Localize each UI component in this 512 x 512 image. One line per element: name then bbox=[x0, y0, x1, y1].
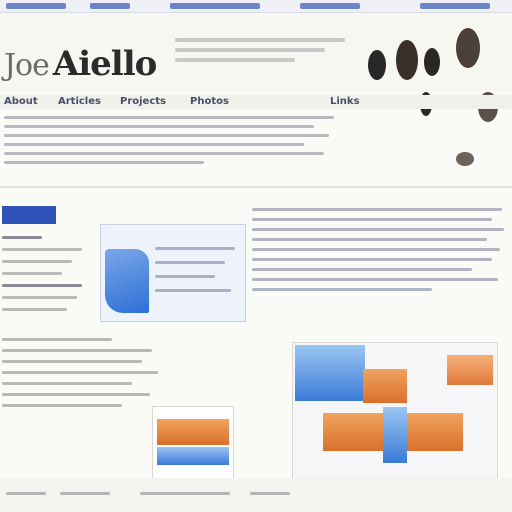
article-excerpt bbox=[252, 208, 508, 298]
footer bbox=[0, 478, 512, 512]
masthead-blurb bbox=[175, 38, 355, 68]
browser-top-strip bbox=[0, 0, 512, 13]
article-thumbnail[interactable] bbox=[100, 224, 246, 322]
nav-item-projects[interactable]: Projects bbox=[120, 96, 166, 107]
top-link[interactable] bbox=[300, 3, 360, 9]
left-sidebar bbox=[2, 236, 92, 320]
gallery-thumbnail[interactable] bbox=[152, 406, 234, 480]
nav-item-links[interactable]: Links bbox=[330, 96, 360, 107]
site-title-first: Joe bbox=[4, 48, 50, 83]
nav-item-photos[interactable]: Photos bbox=[190, 96, 229, 107]
main-nav: About Articles Projects Photos Links bbox=[0, 95, 512, 109]
top-link[interactable] bbox=[90, 3, 130, 9]
site-title[interactable]: Joe Aiello bbox=[4, 44, 157, 84]
top-link[interactable] bbox=[420, 3, 490, 9]
nav-item-about[interactable]: About bbox=[4, 96, 38, 107]
nav-item-articles[interactable]: Articles bbox=[58, 96, 101, 107]
featured-image[interactable] bbox=[292, 342, 498, 494]
site-title-second: Aiello bbox=[52, 44, 157, 84]
intro-paragraph bbox=[4, 116, 344, 170]
top-link[interactable] bbox=[170, 3, 260, 9]
section-tag[interactable] bbox=[2, 206, 56, 224]
section-divider bbox=[0, 186, 512, 188]
mid-section-text bbox=[2, 338, 162, 415]
top-link[interactable] bbox=[6, 3, 66, 9]
